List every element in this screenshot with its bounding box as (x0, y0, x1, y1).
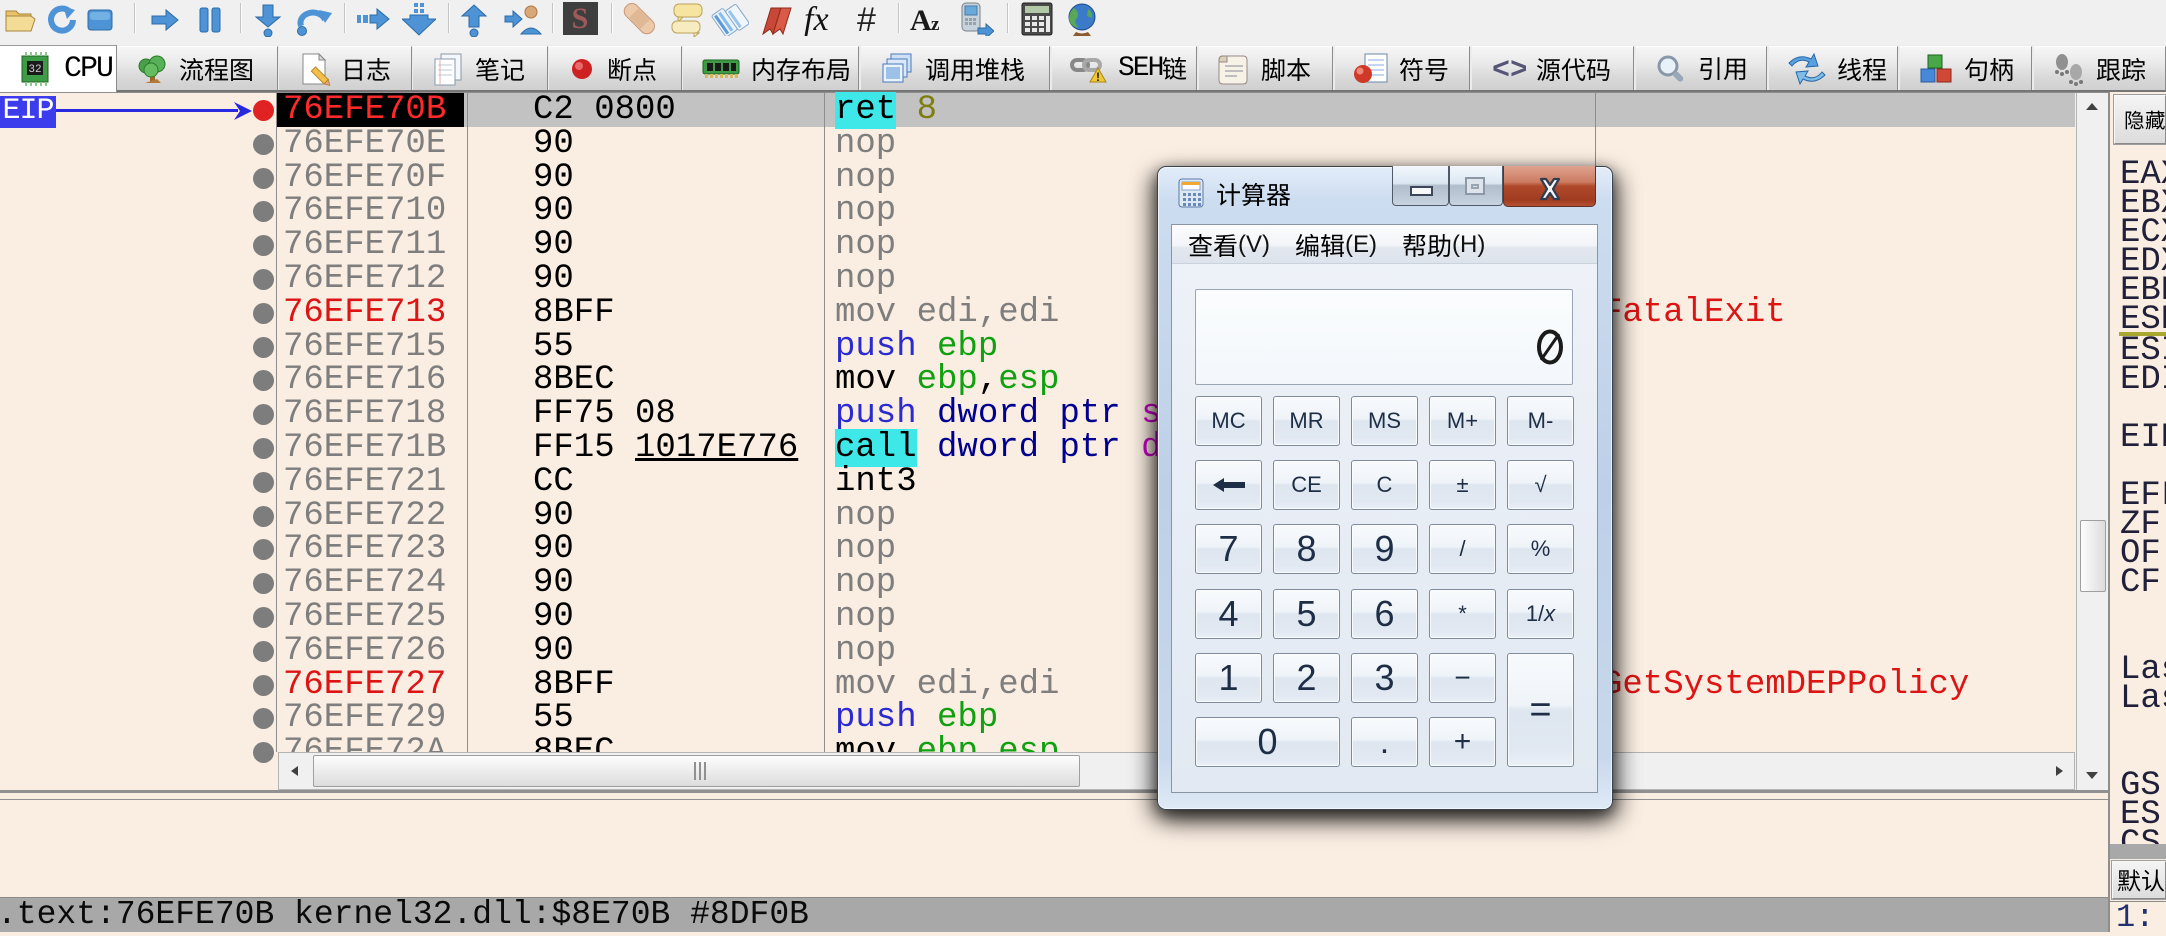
svg-text:S: S (572, 2, 589, 35)
svg-text:<>: <> (1492, 54, 1526, 86)
svg-text:A: A (910, 6, 932, 34)
svg-text:z: z (931, 14, 940, 34)
svg-text:fx: fx (804, 4, 829, 36)
svg-text:#: # (857, 4, 876, 36)
svg-text:32: 32 (28, 64, 41, 76)
svg-text:!: ! (1096, 70, 1100, 84)
